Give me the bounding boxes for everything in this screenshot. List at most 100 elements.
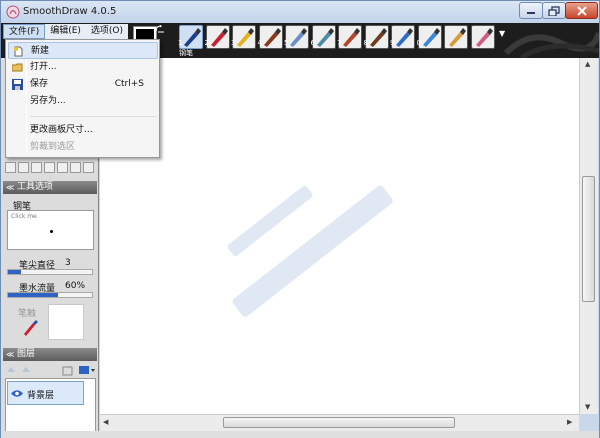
window-title: SmoothDraw 4.0.5 [23, 6, 117, 17]
restore-icon [548, 5, 560, 16]
new-layer-icon [62, 366, 73, 376]
scroll-down-icon[interactable]: ▼ [585, 403, 590, 411]
tool-oil-brush-button[interactable] [338, 25, 362, 49]
airbrush-icon [290, 28, 307, 47]
move-up-icon [7, 367, 15, 372]
tip-label: 笔触 [18, 309, 37, 319]
scroll-right-icon[interactable]: ▶ [567, 418, 572, 426]
file-menu-dropdown: 新建 打开... 保存 Ctrl+S 另存为... 更改画板尺寸... 剪裁到选… [5, 39, 160, 158]
pen-tip-icon[interactable] [21, 319, 39, 337]
close-button[interactable] [565, 2, 598, 19]
layer-list: 背景层 [5, 378, 96, 438]
collapse-chevron-icon: ≪ [6, 350, 15, 359]
tool-water-drop-button[interactable] [417, 25, 442, 49]
save-disk-icon [12, 79, 23, 90]
eraser-icon [475, 28, 493, 47]
menu-item-open[interactable]: 打开... [8, 59, 158, 76]
ink-flow-value: 60% [65, 281, 86, 291]
menu-edit[interactable]: 编辑(E) [45, 24, 86, 39]
pen-icon [184, 28, 201, 47]
swatch-cell[interactable] [70, 162, 81, 173]
fine-brush-icon [316, 28, 334, 47]
menu-item-label: 新建 [31, 46, 50, 56]
minimize-icon [527, 11, 535, 14]
swatch-cell[interactable] [18, 162, 29, 173]
drawing-canvas[interactable] [100, 58, 579, 414]
layer-toolbar [7, 366, 95, 376]
scroll-left-icon[interactable]: ◀ [103, 418, 108, 426]
vertical-scrollbar[interactable]: ▲ ▼ [579, 58, 598, 414]
ink-flow-slider[interactable] [7, 292, 93, 298]
swatch-cell[interactable] [83, 162, 94, 173]
scroll-up-icon[interactable]: ▲ [585, 60, 590, 68]
menu-separator [30, 116, 157, 117]
swatch-cell[interactable] [44, 162, 55, 173]
tool-marker-button[interactable] [232, 25, 256, 49]
tool-flower-stamp-button[interactable] [391, 25, 415, 49]
swatch-cell[interactable] [57, 162, 68, 173]
visibility-eye-icon[interactable] [11, 389, 23, 398]
tool-brush-button[interactable] [258, 25, 283, 49]
tool-number: 7 [337, 39, 342, 47]
tool-number: 2 [204, 39, 209, 47]
menu-item-crop-to-selection: 剪裁到选区 [8, 139, 158, 156]
move-down-icon [22, 367, 30, 372]
title-bar: SmoothDraw 4.0.5 [1, 1, 599, 23]
layer-menu-icon [79, 366, 89, 374]
toolbar-background-art [503, 31, 599, 58]
nib-size-value: 3 [65, 258, 71, 268]
preview-hint: Click me [11, 213, 37, 220]
tool-smudge-hand-button[interactable] [444, 25, 468, 49]
menu-bar: 文件(F) 编辑(E) 选项(O) [3, 24, 129, 39]
swatch-cell[interactable] [5, 162, 16, 173]
menu-item-new[interactable]: 新建 [8, 42, 158, 59]
tools-dropdown-arrow-icon[interactable]: ▼ [499, 29, 505, 38]
menu-options[interactable]: 选项(O) [86, 24, 128, 39]
menu-file[interactable]: 文件(F) [3, 24, 46, 39]
menu-item-save-as[interactable]: 另存为... [8, 93, 158, 110]
menu-item-save[interactable]: 保存 Ctrl+S [8, 76, 158, 93]
tool-number: 0 [416, 39, 421, 47]
tool-number: 9 [390, 39, 395, 47]
menu-item-resize-canvas[interactable]: 更改画板尺寸... [8, 122, 158, 139]
nib-size-slider[interactable] [7, 269, 93, 275]
tool-number: 4 [257, 39, 262, 47]
menu-item-shortcut: Ctrl+S [114, 79, 144, 89]
tool-options-title: 工具选项 [17, 182, 54, 192]
app-logo-icon [6, 5, 20, 19]
tool-number: 8 [363, 39, 368, 47]
open-folder-icon [12, 63, 23, 72]
layers-title: 图层 [17, 349, 36, 359]
layer-item[interactable]: 背景层 [7, 381, 84, 405]
tool-fine-brush-button[interactable] [311, 25, 336, 49]
horizontal-scroll-thumb[interactable] [223, 417, 455, 428]
flower-stamp-icon [396, 28, 413, 47]
nib-size-fill [8, 270, 21, 274]
tool-pencil-button[interactable] [205, 25, 230, 49]
oil-brush-icon [343, 28, 360, 47]
tool-number: 5 [284, 39, 289, 47]
layer-name: 背景层 [27, 391, 55, 401]
tool-number: 3 [231, 39, 236, 47]
tool-pen-button[interactable] [179, 25, 203, 49]
maximize-button[interactable] [542, 2, 566, 19]
preview-dot [50, 230, 53, 233]
minimize-button[interactable] [519, 2, 543, 19]
swap-colors-icon[interactable] [155, 25, 165, 33]
marker-icon [237, 28, 254, 47]
collapse-chevron-icon: ≪ [6, 183, 15, 192]
brush-icon [263, 28, 281, 47]
vertical-scroll-thumb[interactable] [582, 176, 595, 302]
close-icon [576, 5, 587, 16]
swatch-cell[interactable] [31, 162, 42, 173]
tool-eraser-button[interactable] [470, 25, 495, 49]
tool-options-header[interactable]: ≪ 工具选项 [3, 181, 97, 194]
tip-preview-box[interactable] [48, 304, 84, 340]
layers-header[interactable]: ≪ 图层 [3, 348, 97, 361]
tool-wide-brush-button[interactable] [364, 25, 389, 49]
brush-preview[interactable]: Click me [7, 210, 94, 250]
tool-airbrush-button[interactable] [285, 25, 309, 49]
horizontal-scrollbar[interactable]: ◀ ▶ [100, 414, 579, 431]
smudge-hand-icon [449, 28, 466, 47]
tool-number: 1 [178, 39, 183, 47]
